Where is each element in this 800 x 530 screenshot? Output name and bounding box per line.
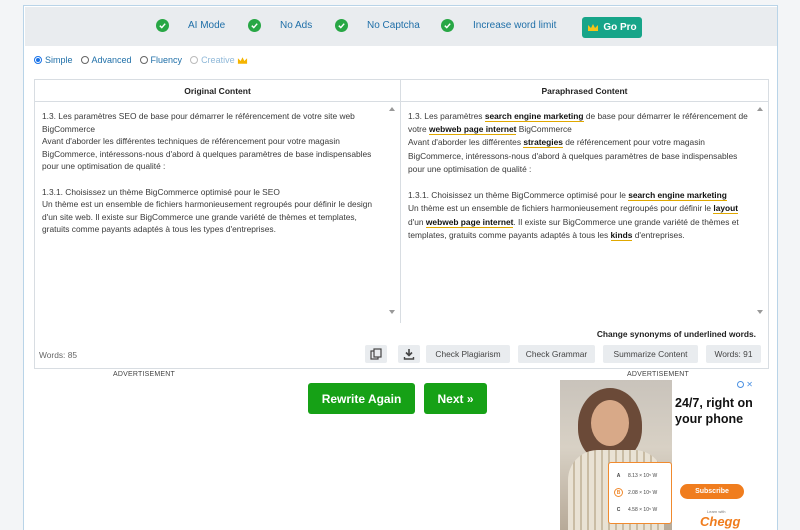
feature-no-captcha: No Captcha bbox=[335, 19, 420, 32]
feature-no-ads: No Ads bbox=[248, 19, 312, 32]
mode-selector: Simple Advanced Fluency Creative bbox=[34, 55, 256, 65]
mode-label: Fluency bbox=[150, 55, 183, 65]
original-paragraph bbox=[42, 173, 384, 186]
radio-icon[interactable] bbox=[34, 56, 42, 64]
mode-simple[interactable]: Simple bbox=[34, 55, 73, 65]
ad-close-icon[interactable]: ✕ bbox=[746, 380, 753, 389]
mode-advanced[interactable]: Advanced bbox=[80, 55, 132, 65]
check-plagiarism-button[interactable]: Check Plagiarism bbox=[426, 345, 510, 363]
synonym-word[interactable]: webweb page internet bbox=[428, 124, 517, 136]
editor-area: Original Content 1.3. Les paramètres SEO… bbox=[34, 79, 769, 369]
paraphrased-paragraph: 1.3. Les paramètres search engine market… bbox=[408, 110, 752, 136]
paraphrased-paragraph: Un thème est un ensemble de fichiers har… bbox=[408, 202, 752, 242]
feature-label: No Captcha bbox=[367, 20, 420, 31]
scrollbar[interactable] bbox=[388, 104, 397, 314]
check-icon bbox=[335, 19, 348, 32]
paraphrased-text: d'entreprises. bbox=[632, 229, 685, 240]
feature-label: No Ads bbox=[280, 20, 313, 31]
ad-brand-logo: Chegg bbox=[700, 514, 741, 529]
ad-subscribe-button[interactable]: Subscribe bbox=[680, 484, 744, 499]
option-text: 4.58 × 10⁵ W bbox=[628, 506, 658, 513]
radio-icon[interactable] bbox=[80, 56, 89, 64]
ad-quiz-card: A 8.13 × 10⁵ W B 2.08 × 10⁵ W C 4.58 × 1… bbox=[608, 462, 672, 524]
scroll-up-icon[interactable] bbox=[757, 107, 763, 111]
paraphrased-text: 1.3. Les paramètres bbox=[408, 111, 485, 121]
paraphrased-pane: Paraphrased Content 1.3. Les paramètres … bbox=[401, 80, 768, 323]
editor-toolbar: Words: 85 Check Plagiarism Check Grammar… bbox=[35, 342, 768, 368]
synonym-word[interactable]: webweb page internet bbox=[425, 216, 514, 228]
original-paragraph: Un thème est un ensemble de fichiers har… bbox=[42, 199, 373, 235]
go-pro-button[interactable]: Go Pro bbox=[582, 17, 642, 38]
scrollbar[interactable] bbox=[756, 104, 765, 314]
check-icon bbox=[156, 19, 169, 32]
paraphrased-text: d'un bbox=[408, 216, 426, 227]
scroll-down-icon[interactable] bbox=[389, 310, 395, 314]
synonym-word[interactable]: search engine marketing bbox=[484, 111, 584, 122]
paraphrased-text: Avant d'aborder les différentes bbox=[408, 137, 524, 148]
paraphrased-paragraph: 1.3.1. Choisissez un thème BigCommerce o… bbox=[408, 189, 752, 202]
feature-label: AI Mode bbox=[188, 20, 226, 31]
paraphrased-output[interactable]: 1.3. Les paramètres search engine market… bbox=[408, 110, 752, 242]
original-paragraph: Avant d'aborder les différentes techniqu… bbox=[42, 136, 372, 172]
option-letter: C bbox=[616, 506, 621, 513]
radio-icon[interactable] bbox=[139, 56, 148, 64]
check-grammar-button[interactable]: Check Grammar bbox=[518, 345, 595, 363]
ad-banner[interactable]: A 8.13 × 10⁵ W B 2.08 × 10⁵ W C 4.58 × 1… bbox=[560, 380, 756, 530]
paraphrased-paragraph bbox=[408, 176, 752, 189]
ad-person-face bbox=[591, 400, 629, 446]
option-text: 8.13 × 10⁵ W bbox=[628, 472, 658, 479]
radio-icon[interactable] bbox=[190, 56, 199, 64]
feature-label: Increase word limit bbox=[473, 20, 557, 31]
ad-label-right: ADVERTISEMENT bbox=[627, 371, 689, 378]
synonym-word[interactable]: strategies bbox=[523, 137, 563, 149]
feature-ai-mode: AI Mode bbox=[156, 19, 225, 32]
download-button[interactable] bbox=[398, 345, 420, 363]
option-letter: B bbox=[614, 488, 623, 497]
ad-option: A 8.13 × 10⁵ W bbox=[614, 471, 658, 480]
crown-icon bbox=[588, 24, 599, 31]
synonym-word[interactable]: search engine marketing bbox=[628, 190, 727, 202]
mode-label: Simple bbox=[45, 55, 73, 65]
ad-choices-icon[interactable] bbox=[737, 381, 744, 388]
feature-word-limit: Increase word limit bbox=[441, 19, 556, 32]
scroll-down-icon[interactable] bbox=[757, 310, 763, 314]
download-icon bbox=[403, 349, 415, 360]
ad-label-left: ADVERTISEMENT bbox=[113, 371, 175, 378]
synonym-hint: Change synonyms of underlined words. bbox=[596, 329, 756, 339]
summarize-content-button[interactable]: Summarize Content bbox=[603, 345, 698, 363]
crown-icon bbox=[237, 56, 247, 64]
original-word-count: Words: 85 bbox=[39, 350, 78, 360]
original-pane: Original Content 1.3. Les paramètres SEO… bbox=[35, 80, 401, 323]
original-paragraph: 1.3. Les paramètres SEO de base pour dém… bbox=[42, 111, 355, 134]
paraphrased-text: Un thème est un ensemble de fichiers har… bbox=[408, 203, 714, 214]
mode-label: Advanced bbox=[91, 55, 132, 65]
pro-features-bar: AI Mode No Ads No Captcha Increase word … bbox=[25, 7, 777, 46]
paraphrased-word-count: Words: 91 bbox=[706, 345, 761, 363]
paraphrased-text: 1.3.1. Choisissez un thème BigCommerce o… bbox=[408, 190, 629, 201]
paraphrased-text: BigCommerce bbox=[516, 124, 572, 135]
scroll-up-icon[interactable] bbox=[389, 107, 395, 111]
original-paragraph: 1.3.1. Choisissez un thème BigCommerce o… bbox=[42, 186, 280, 197]
ad-option: C 4.58 × 10⁵ W bbox=[614, 505, 658, 514]
check-icon bbox=[441, 19, 454, 32]
original-heading: Original Content bbox=[35, 80, 400, 102]
option-text: 2.08 × 10⁵ W bbox=[628, 489, 658, 496]
original-textarea[interactable]: 1.3. Les paramètres SEO de base pour dém… bbox=[42, 110, 384, 236]
rewrite-again-button[interactable]: Rewrite Again bbox=[308, 383, 415, 414]
ad-option: B 2.08 × 10⁵ W bbox=[614, 488, 657, 497]
next-button[interactable]: Next » bbox=[424, 383, 487, 414]
check-icon bbox=[248, 19, 261, 32]
go-pro-label: Go Pro bbox=[603, 22, 637, 33]
paraphrased-paragraph: Avant d'aborder les différentes strategi… bbox=[408, 136, 752, 176]
mode-label: Creative bbox=[201, 55, 235, 65]
copy-icon bbox=[370, 348, 382, 360]
ad-headline: 24/7, right on your phone bbox=[675, 396, 753, 426]
mode-creative[interactable]: Creative bbox=[190, 55, 248, 65]
paraphrased-heading: Paraphrased Content bbox=[401, 80, 768, 102]
synonym-word[interactable]: layout bbox=[713, 203, 739, 215]
option-letter: A bbox=[616, 472, 621, 479]
mode-fluency[interactable]: Fluency bbox=[139, 55, 183, 65]
synonym-word[interactable]: kinds bbox=[610, 229, 633, 241]
copy-button[interactable] bbox=[365, 345, 387, 363]
